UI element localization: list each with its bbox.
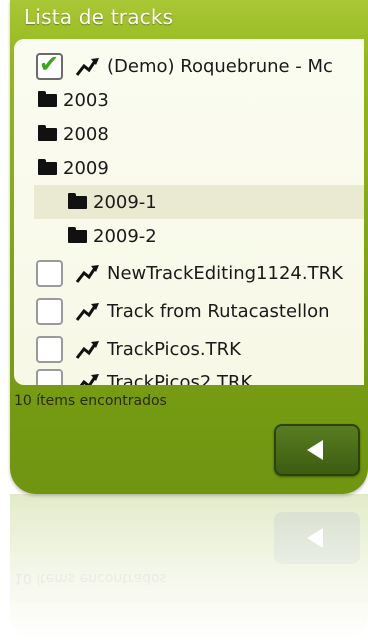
checkbox-unchecked[interactable] [36, 335, 63, 363]
track-route-icon [75, 58, 99, 76]
items-found-count: 10 ítems encontrados [14, 393, 167, 409]
track-name: (Demo) Roquebrune - Mc [107, 55, 333, 77]
track-name: Track from Rutacastellon [107, 300, 330, 322]
folder-name: 2009-1 [93, 191, 157, 213]
folder-name: 2008 [63, 123, 109, 145]
track-list[interactable]: (Demo) Roquebrune - Mc 2003 2008 2009 20… [14, 39, 364, 385]
checkbox-unchecked[interactable] [36, 368, 63, 385]
reflection-back-button [274, 512, 360, 564]
folder-name: 2009 [63, 157, 109, 179]
track-name: NewTrackEditing1124.TRK [107, 262, 343, 284]
back-arrow-icon [307, 440, 323, 460]
checkbox-unchecked[interactable] [36, 259, 63, 287]
folder-icon [38, 124, 57, 141]
track-name: TrackPicos2.TRK [107, 371, 253, 386]
track-name: TrackPicos.TRK [107, 338, 241, 360]
folder-icon [68, 226, 87, 243]
list-item[interactable]: 2008 [14, 117, 364, 151]
back-arrow-icon [307, 528, 323, 548]
track-route-icon [75, 303, 99, 321]
back-button[interactable] [274, 424, 360, 476]
track-route-icon [79, 374, 99, 385]
folder-name: 2009-2 [93, 225, 157, 247]
list-item[interactable]: TrackPicos2.TRK [14, 365, 364, 385]
list-item-selected[interactable]: 2009-1 [34, 185, 364, 219]
list-item[interactable]: TrackPicos.TRK [14, 332, 364, 366]
track-route-icon [75, 265, 99, 283]
folder-icon [38, 158, 57, 175]
panel-reflection: 10 ítems encontrados [10, 494, 368, 641]
list-item[interactable]: (Demo) Roquebrune - Mc [14, 49, 364, 83]
folder-icon [38, 90, 57, 107]
list-item[interactable]: 2009 [14, 151, 364, 185]
track-list-panel: Lista de tracks (Demo) Roquebrune - Mc 2… [10, 0, 368, 494]
checkbox-checked[interactable] [36, 50, 63, 80]
window-title: Lista de tracks [24, 5, 174, 29]
reflection-count: 10 ítems encontrados [14, 570, 167, 586]
list-item[interactable]: 2003 [14, 83, 364, 117]
list-item[interactable]: NewTrackEditing1124.TRK [14, 256, 364, 290]
checkbox-unchecked[interactable] [36, 297, 63, 325]
list-item[interactable]: 2009-2 [14, 219, 364, 253]
folder-icon [68, 192, 87, 209]
track-route-icon [75, 341, 99, 359]
folder-name: 2003 [63, 89, 109, 111]
list-item[interactable]: Track from Rutacastellon [14, 294, 364, 328]
